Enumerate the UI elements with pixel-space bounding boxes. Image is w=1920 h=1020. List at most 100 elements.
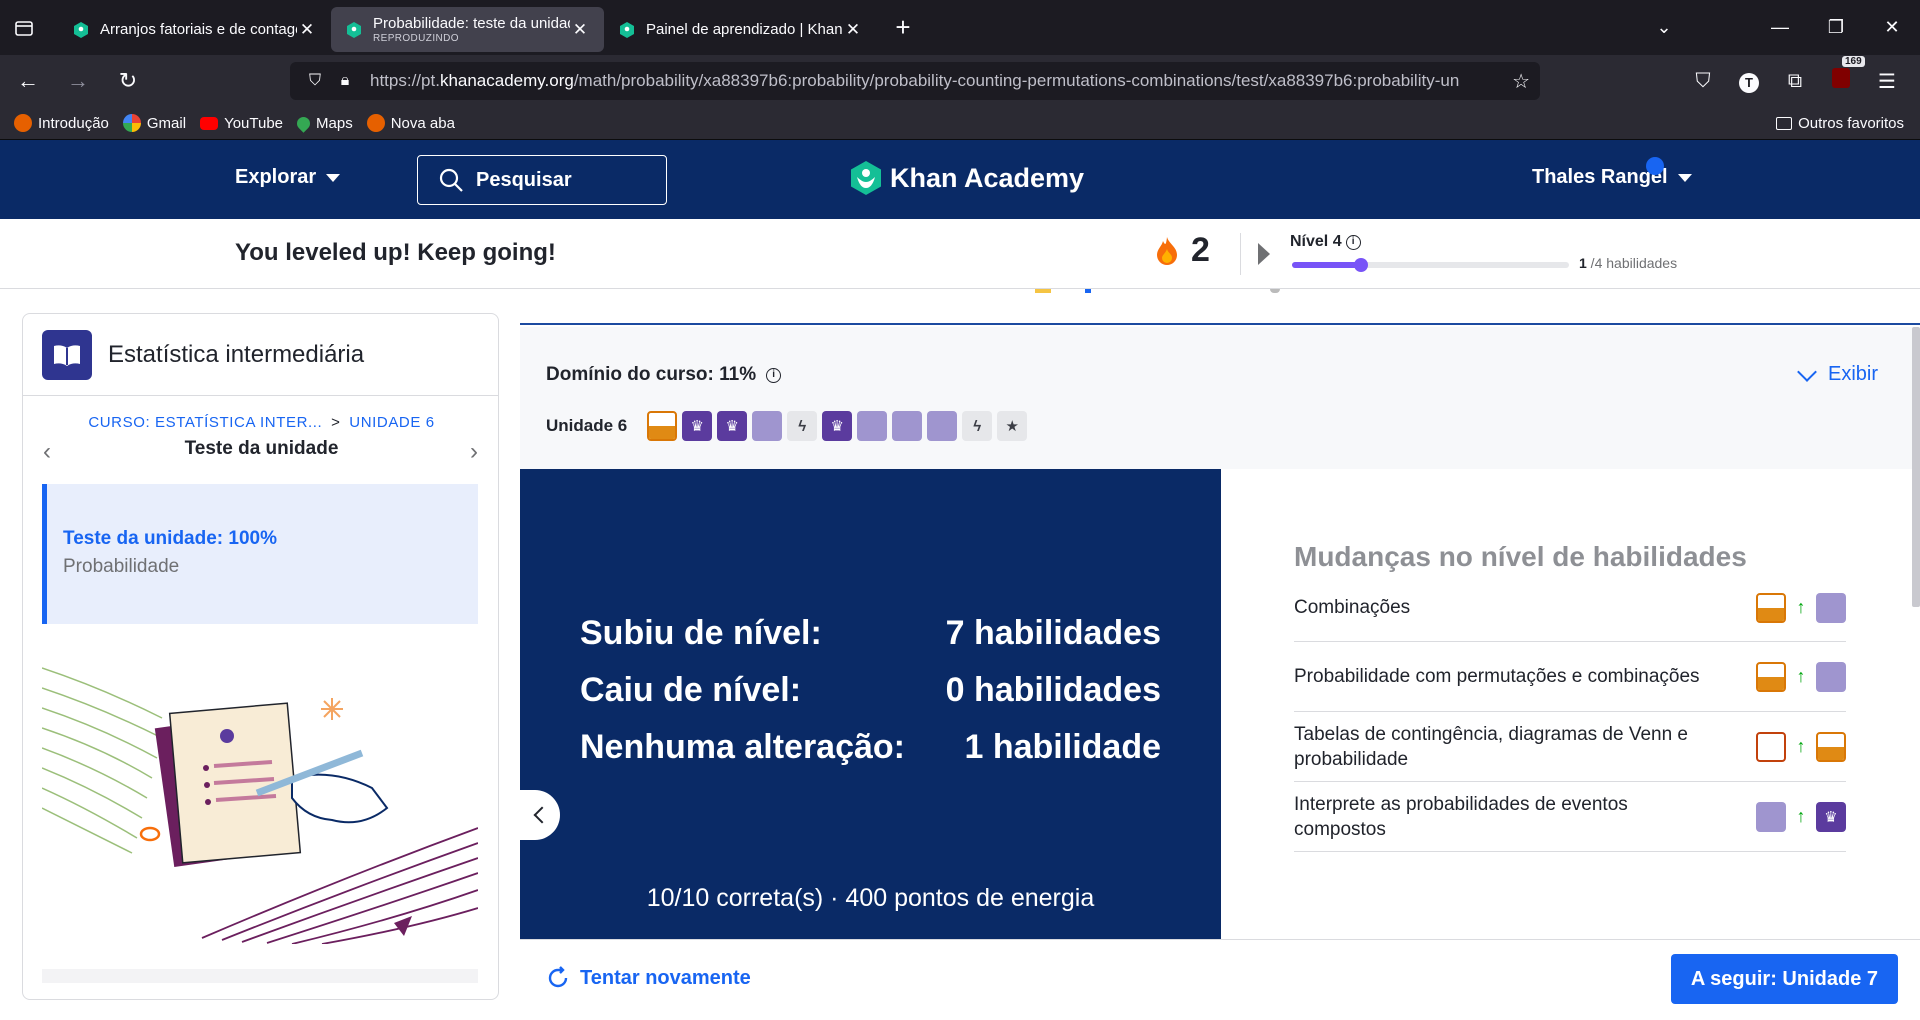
user-menu-button[interactable]: Thales Rangel (1532, 166, 1692, 189)
ublock-extension-icon[interactable]: 169 (1818, 56, 1865, 94)
skill-row[interactable]: Combinações ↑ (1294, 574, 1846, 642)
next-unit-button[interactable]: A seguir: Unidade 7 (1670, 954, 1898, 1004)
tab-list-icon (15, 20, 33, 36)
level-progress-fill (1292, 262, 1362, 268)
bookmark-introducao[interactable]: Introdução (14, 114, 109, 132)
bookmark-youtube[interactable]: YouTube (200, 115, 283, 132)
quiz-lightning-icon[interactable]: ϟ (787, 411, 818, 441)
close-window-button[interactable]: ✕ (1864, 17, 1920, 38)
tab-overflow-chevron-icon[interactable]: ⌄ (1636, 17, 1692, 38)
previous-button[interactable] (520, 790, 560, 840)
minimize-button[interactable]: — (1752, 17, 1808, 38)
retry-label: Tentar novamente (580, 966, 751, 989)
chevron-left-icon (533, 806, 551, 824)
tab-playing-label: REPRODUZINDO (373, 33, 459, 44)
course-header[interactable]: Estatística intermediária (23, 314, 498, 396)
skill-row[interactable]: Tabelas de contingência, diagramas de Ve… (1294, 712, 1846, 782)
proficient-level-icon[interactable] (857, 411, 888, 441)
familiar-level-icon (1756, 592, 1786, 623)
maximize-button[interactable]: ❐ (1808, 17, 1864, 38)
vertical-scrollbar[interactable] (1912, 327, 1920, 607)
bookmark-nova-aba[interactable]: Nova aba (366, 114, 455, 132)
bookmark-star-icon[interactable]: ☆ (1512, 69, 1530, 94)
address-bar[interactable]: ⛉ 🔒︎ https://pt.khanacademy.org/math/pro… (290, 62, 1540, 100)
other-bookmarks[interactable]: Outros favoritos (1776, 115, 1904, 132)
chevron-down-icon (1797, 361, 1817, 382)
skill-name: Tabelas de contingência, diagramas de Ve… (1294, 723, 1688, 770)
caret-down-icon (326, 173, 341, 182)
explore-menu-button[interactable]: Explorar (235, 166, 341, 189)
browser-tab-1[interactable]: Arranjos fatoriais e de contagem ✕ (58, 7, 331, 52)
browser-nav-bar: ← → ↻ ⛉ 🔒︎ https://pt.khanacademy.org/ma… (0, 55, 1920, 107)
skill-row[interactable]: Probabilidade com permutações e combinaç… (1294, 642, 1846, 712)
next-label: A seguir: Unidade 7 (1690, 967, 1878, 990)
skill-change: ↑ ♛ (1756, 801, 1846, 832)
retry-icon (548, 966, 568, 988)
bookmark-gmail[interactable]: Gmail (122, 114, 187, 132)
url-text: https://pt.khanacademy.org/math/probabil… (370, 71, 1460, 90)
tab-list-button[interactable] (0, 0, 48, 55)
bookmark-label: Introdução (38, 114, 109, 132)
info-icon[interactable]: i (1345, 234, 1361, 250)
skill-change: ↑ (1756, 731, 1846, 762)
breadcrumb-separator: > (331, 414, 341, 431)
mastered-level-icon[interactable]: ♛ (717, 411, 748, 441)
notification-dot (1646, 157, 1664, 175)
mastered-level-icon[interactable]: ♛ (822, 411, 853, 441)
browser-tab-3[interactable]: Painel de aprendizado | Khan Academy ✕ (604, 7, 877, 52)
retry-button[interactable]: Tentar novamente (546, 966, 751, 990)
skill-row[interactable]: Interprete as probabilidades de eventos … (1294, 782, 1846, 852)
search-icon (439, 168, 463, 192)
level-progress-bar (1292, 258, 1569, 272)
account-avatar-icon[interactable]: T (1726, 70, 1772, 93)
breadcrumb-unit-link[interactable]: UNIDADE 6 (349, 414, 434, 431)
lock-icon[interactable]: 🔒︎ (330, 72, 360, 90)
mastered-level-icon[interactable]: ♛ (682, 411, 713, 441)
bookmark-maps[interactable]: Maps (294, 113, 353, 133)
breadcrumb-course-link[interactable]: CURSO: ESTATÍSTICA INTER... (88, 414, 322, 431)
familiar-level-icon[interactable] (647, 411, 678, 441)
browser-tab-2[interactable]: Probabilidade: teste da unidade REPRODUZ… (331, 7, 604, 52)
main-content: Domínio do curso: 11% i Exibir Unidade 6 … (520, 289, 1920, 1020)
other-bookmarks-label: Outros favoritos (1798, 114, 1904, 132)
horizontal-scrollbar[interactable] (42, 969, 478, 983)
reload-button[interactable]: ↻ (106, 59, 150, 103)
result-leveled-down: Caiu de nível: 0 habilidades (580, 671, 1161, 710)
proficient-level-icon[interactable] (892, 411, 923, 441)
streak-counter[interactable]: 2 (1155, 231, 1210, 270)
unit-test-item[interactable]: Teste da unidade: 100% Probabilidade (42, 484, 478, 624)
chevron-right-icon[interactable]: › (470, 438, 478, 466)
shield-icon[interactable]: ⛉ (300, 72, 330, 90)
search-button[interactable]: Pesquisar (417, 155, 667, 205)
show-mastery-toggle[interactable]: Exibir (1797, 361, 1878, 386)
result-no-change: Nenhuma alteração: 1 habilidade (580, 728, 1161, 767)
tab-close-button[interactable]: ✕ (297, 20, 317, 40)
quiz-lightning-icon[interactable]: ϟ (962, 411, 993, 441)
extensions-icon[interactable]: ⧉ (1772, 70, 1818, 93)
skill-changes-title: Mudanças no nível de habilidades (1294, 541, 1747, 572)
new-tab-button[interactable]: + (883, 8, 923, 48)
back-button[interactable]: ← (6, 59, 50, 103)
play-arrow-icon[interactable] (1258, 243, 1270, 265)
folder-icon (1776, 116, 1793, 130)
khan-logo-icon (851, 161, 881, 195)
test-illustration (42, 667, 478, 944)
bookmark-label: Gmail (146, 114, 187, 132)
info-icon[interactable]: i (766, 367, 782, 383)
proficient-level-icon (1756, 801, 1786, 832)
proficient-level-icon[interactable] (927, 411, 958, 441)
tab-close-button[interactable]: ✕ (843, 20, 863, 40)
khan-academy-logo[interactable]: Khan Academy (850, 160, 1084, 196)
course-name: Estatística intermediária (108, 340, 365, 368)
result-value: 1 habilidade (964, 728, 1162, 766)
pocket-icon[interactable]: ⛉ (1680, 70, 1726, 93)
tab-close-button[interactable]: ✕ (570, 20, 590, 40)
course-mastery-section: Domínio do curso: 11% i Exibir Unidade 6 … (520, 327, 1912, 469)
result-label: Subiu de nível: (580, 614, 822, 652)
familiar-level-icon (1756, 661, 1786, 692)
unit-mastery-row: Unidade 6 ♛ ♛ ϟ ♛ ϟ ★ (546, 411, 1032, 441)
forward-button[interactable]: → (56, 59, 100, 103)
menu-icon[interactable]: ☰ (1864, 69, 1910, 94)
proficient-level-icon[interactable] (752, 411, 783, 441)
unit-test-star-icon[interactable]: ★ (997, 411, 1028, 441)
